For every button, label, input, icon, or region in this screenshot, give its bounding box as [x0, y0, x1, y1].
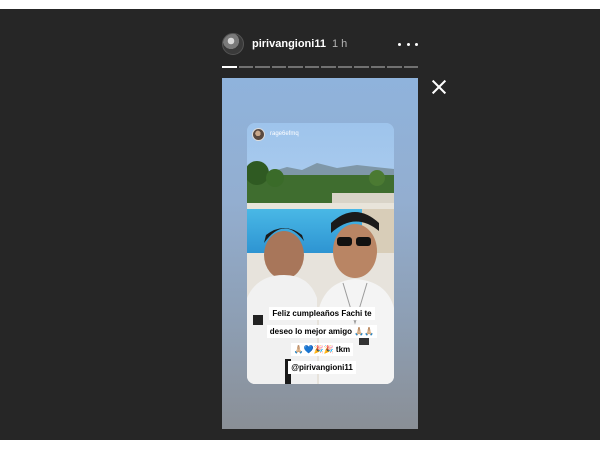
progress-segment [337, 66, 352, 68]
progress-segment [255, 66, 270, 68]
shared-post-card[interactable]: rage6efmq Feliz cumpleaños Fachi te dese… [247, 123, 394, 384]
more-options-button[interactable] [398, 37, 418, 51]
progress-segment [271, 66, 286, 68]
progress-segment [354, 66, 369, 68]
progress-segment [304, 66, 319, 68]
shared-post-header: rage6efmq [247, 123, 394, 145]
profile-avatar[interactable] [222, 33, 244, 55]
progress-segment [321, 66, 336, 68]
more-horizontal-icon [398, 42, 401, 46]
caption-line: deseo lo mejor amigo 🙏🏼🙏🏼 [266, 325, 378, 338]
shared-post-avatar [252, 127, 265, 141]
story-caption: Feliz cumpleaños Fachi te deseo lo mejor… [261, 303, 383, 375]
story-header: pirivangioni11 1 h [222, 33, 418, 55]
close-icon[interactable] [432, 80, 446, 94]
story-progress-bar [222, 66, 418, 68]
progress-segment [403, 66, 418, 68]
shared-post-username[interactable]: rage6efmq [270, 131, 299, 137]
progress-segment [238, 66, 253, 68]
progress-segment [222, 66, 237, 68]
story-frame[interactable]: rage6efmq Feliz cumpleaños Fachi te dese… [222, 78, 418, 429]
story-time: 1 h [331, 38, 348, 50]
progress-segment [370, 66, 385, 68]
mention-tag[interactable]: @pirivangioni11 [288, 361, 356, 374]
progress-segment [288, 66, 303, 68]
caption-line: 🙏🏼💙🎉🎉 tkm [290, 343, 354, 356]
story-username[interactable]: pirivangioni11 [252, 38, 326, 50]
progress-segment [387, 66, 402, 68]
caption-line: Feliz cumpleaños Fachi te [269, 307, 375, 320]
